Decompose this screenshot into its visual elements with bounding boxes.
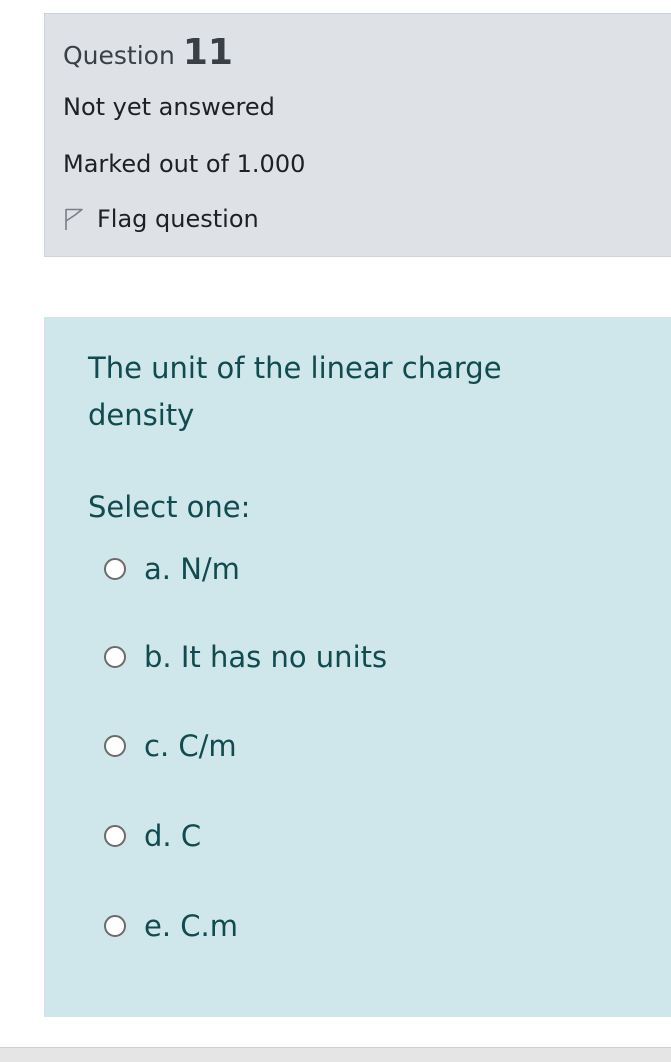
answer-option-label: d. C bbox=[144, 819, 202, 853]
question-state: Not yet answered bbox=[63, 93, 275, 121]
question-info-panel: Question 11 Not yet answered Marked out … bbox=[44, 13, 671, 257]
question-text: The unit of the linear charge density bbox=[88, 351, 502, 432]
flag-icon bbox=[65, 208, 83, 230]
flag-question-button[interactable]: Flag question bbox=[63, 205, 259, 233]
answer-option-label: b. It has no units bbox=[144, 640, 388, 674]
select-one-prompt: Select one: bbox=[88, 490, 251, 524]
flag-question-label: Flag question bbox=[97, 205, 259, 233]
answer-option-e[interactable]: e. C.m bbox=[104, 909, 238, 943]
bottom-bar bbox=[0, 1047, 671, 1062]
answer-option-label: a. N/m bbox=[144, 552, 240, 586]
question-number: 11 bbox=[182, 32, 233, 73]
radio-button[interactable] bbox=[104, 558, 126, 580]
radio-button[interactable] bbox=[104, 646, 126, 668]
answer-option-label: c. C/m bbox=[144, 729, 237, 763]
answer-option-a[interactable]: a. N/m bbox=[104, 552, 240, 586]
answer-option-b[interactable]: b. It has no units bbox=[104, 640, 387, 674]
question-title: Question 11 bbox=[63, 32, 233, 73]
answer-option-d[interactable]: d. C bbox=[104, 819, 201, 853]
question-label: Question bbox=[63, 41, 175, 70]
radio-button[interactable] bbox=[104, 915, 126, 937]
radio-button[interactable] bbox=[104, 735, 126, 757]
answer-option-label: e. C.m bbox=[144, 909, 238, 943]
question-content: The unit of the linear charge density Se… bbox=[44, 317, 671, 1017]
radio-button[interactable] bbox=[104, 825, 126, 847]
answer-option-c[interactable]: c. C/m bbox=[104, 729, 237, 763]
question-grade: Marked out of 1.000 bbox=[63, 150, 306, 178]
